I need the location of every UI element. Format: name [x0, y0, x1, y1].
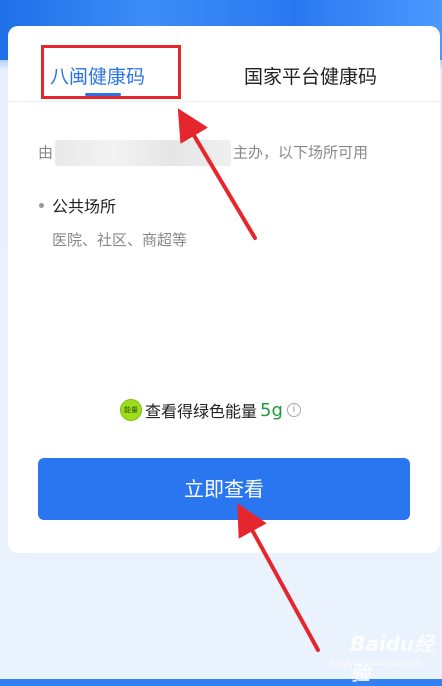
- host-statement: 由 主办，以下场所可用: [38, 140, 368, 166]
- annotation-highlight-box: [41, 45, 181, 99]
- baidu-watermark: Baidu经验 jingyan.baidu.com: [302, 622, 442, 685]
- view-now-button[interactable]: 立即查看: [38, 458, 410, 520]
- bullet-dot: [39, 203, 44, 208]
- tab-national-health-code[interactable]: 国家平台健康码: [244, 62, 377, 89]
- info-icon[interactable]: i: [286, 403, 301, 417]
- health-code-card: 八闽健康码 国家平台健康码 由主办，以下场所可用 公共场所 医院、社区、商超等 …: [8, 26, 440, 553]
- energy-text: 查看得绿色能量: [145, 402, 258, 421]
- venue-title: 公共场所: [52, 197, 117, 216]
- energy-reward-row: 能量 查看得绿色能量 5g i: [120, 398, 301, 421]
- host-prefix: 由: [38, 143, 54, 162]
- energy-badge-icon: 能量: [120, 399, 142, 421]
- host-suffix: 主办，以下场所可用: [233, 143, 369, 162]
- blurred-organizer: [55, 140, 232, 166]
- energy-amount: 5g: [260, 399, 283, 421]
- divider: [8, 101, 440, 102]
- tab-bar: 八闽健康码 国家平台健康码: [8, 26, 440, 102]
- watermark-text: Baidu经验: [350, 632, 435, 685]
- venue-description: 医院、社区、商超等: [52, 231, 188, 249]
- watermark-url: jingyan.baidu.com: [330, 658, 423, 669]
